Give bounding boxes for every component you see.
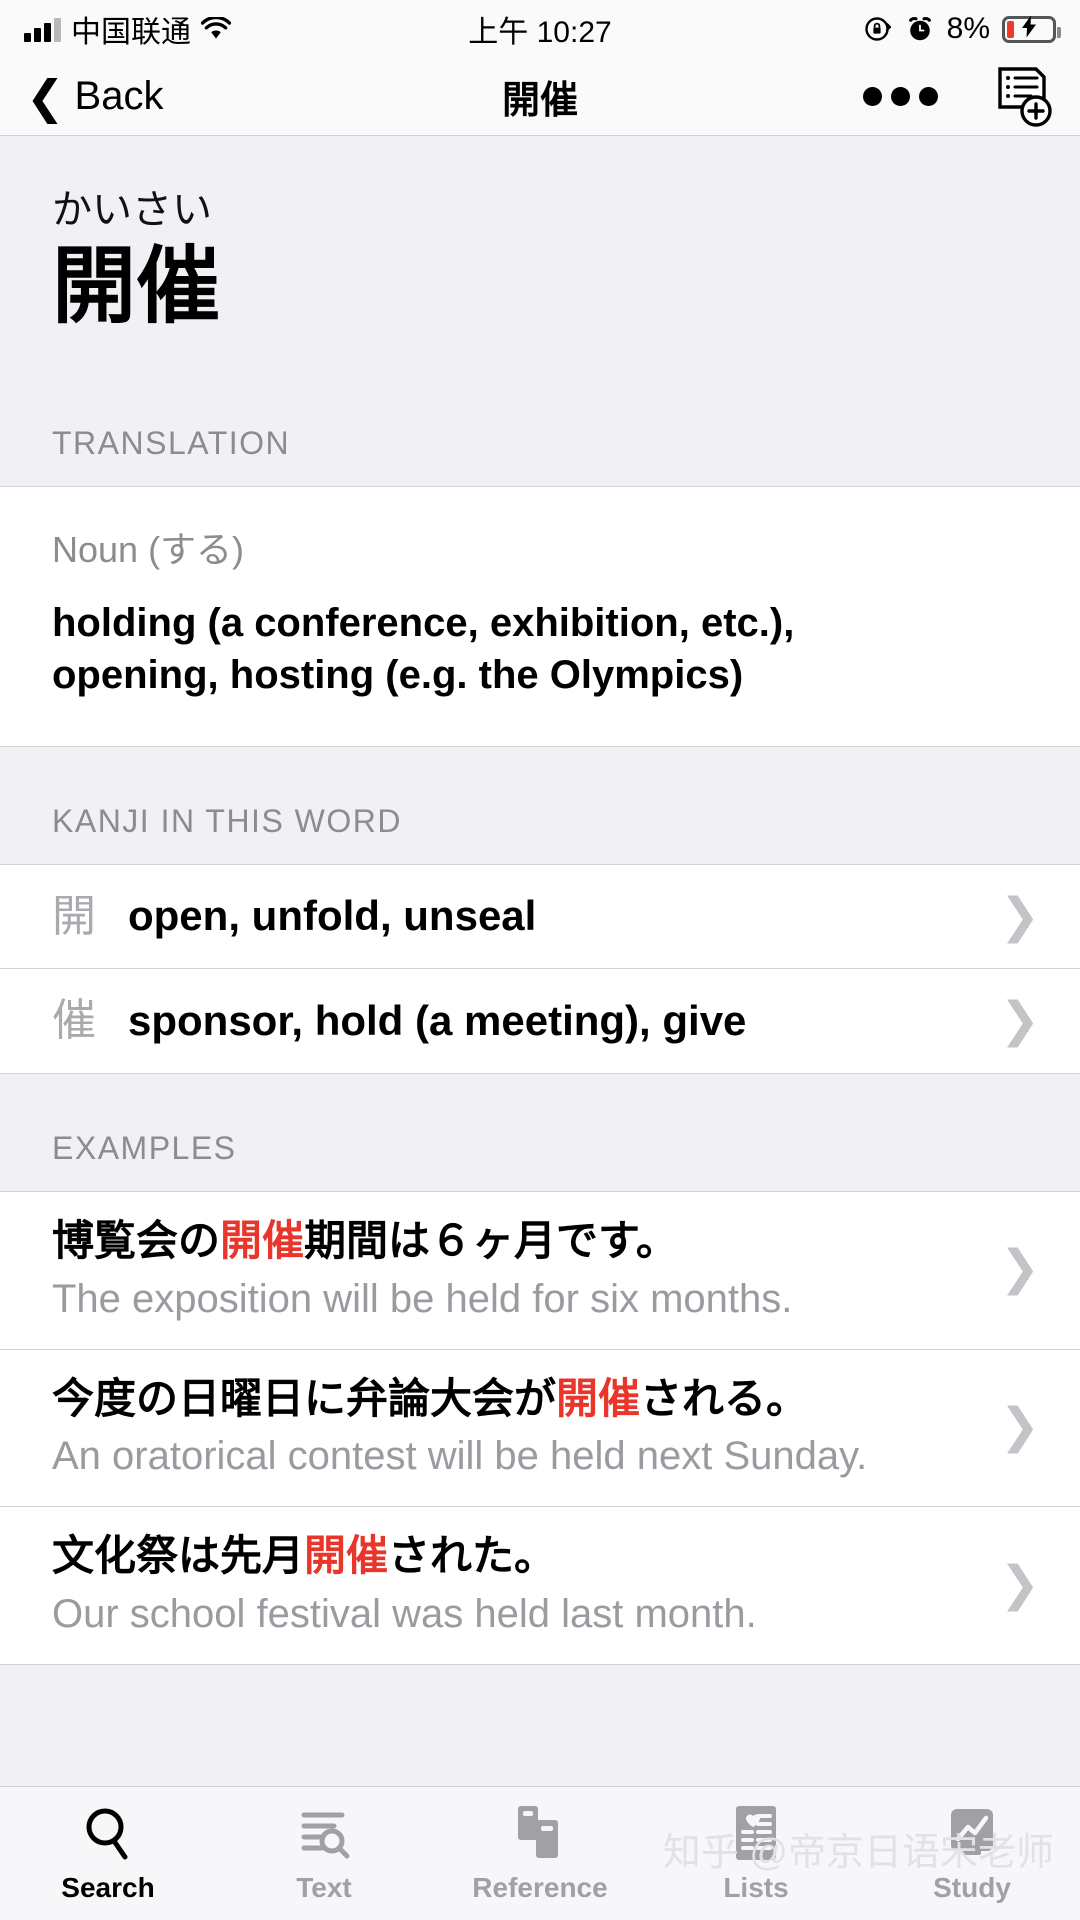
chevron-right-icon: ❯ <box>999 1242 1040 1296</box>
chevron-right-icon: ❯ <box>999 889 1040 943</box>
tab-search-label: Search <box>61 1871 155 1903</box>
example-body: 博覧会の開催期間は６ヶ月です。 The exposition will be h… <box>52 1214 984 1325</box>
example-japanese: 博覧会の開催期間は６ヶ月です。 <box>52 1214 984 1269</box>
signal-bars-icon <box>24 16 61 42</box>
example-jp-highlight: 開催 <box>556 1374 641 1422</box>
tab-lists-label: Lists <box>723 1871 789 1903</box>
section-header-translation: TRANSLATION <box>0 394 1080 486</box>
kanji-row[interactable]: 催 sponsor, hold (a meeting), give ❯ <box>0 969 1080 1074</box>
example-body: 今度の日曜日に弁論大会が開催される。 An oratorical contest… <box>52 1372 984 1483</box>
example-jp-before: 文化祭は先月 <box>52 1532 305 1580</box>
kanji-meaning: open, unfold, unseal <box>128 892 537 940</box>
headword-reading: かいさい <box>52 188 212 232</box>
status-bar: 中国联通 上午 10:27 8% <box>0 0 1080 58</box>
example-jp-before: 今度の日曜日に弁論大会が <box>52 1374 557 1422</box>
kanji-row[interactable]: 開 open, unfold, unseal ❯ <box>0 865 1080 970</box>
example-english: Our school festival was held last month. <box>52 1591 757 1636</box>
chart-card-icon <box>945 1804 999 1862</box>
tab-text[interactable]: Text <box>216 1804 432 1904</box>
add-to-list-icon[interactable] <box>996 66 1054 128</box>
examples-list: 博覧会の開催期間は６ヶ月です。 The exposition will be h… <box>0 1191 1080 1665</box>
back-button[interactable]: ❮ Back <box>26 74 163 120</box>
carrier-label: 中国联通 <box>71 16 191 49</box>
section-header-examples: EXAMPLES <box>0 1074 1080 1192</box>
chevron-right-icon: ❯ <box>999 994 1040 1048</box>
more-dots-icon[interactable] <box>863 87 938 106</box>
battery-percent-label: 8% <box>946 12 990 45</box>
status-bar-right: 8% <box>863 12 1061 46</box>
tab-reference[interactable]: Reference <box>432 1804 648 1904</box>
headword-word: 開催 <box>52 239 221 333</box>
translation-card: Noun (する) holding (a conference, exhibit… <box>0 485 1080 748</box>
tab-bar: Search Text Reference Lists Study <box>0 1786 1080 1920</box>
list-heart-icon <box>730 1804 782 1862</box>
rotation-lock-icon <box>863 14 893 44</box>
definition-line-2: opening, hosting (e.g. the Olympics) <box>52 653 744 698</box>
battery-charging-icon <box>1002 15 1061 43</box>
wifi-icon <box>201 17 231 41</box>
example-jp-after: される。 <box>640 1374 809 1422</box>
headword-block: かいさい 開催 <box>0 136 1080 395</box>
kanji-list: 開 open, unfold, unseal ❯ 催 sponsor, hold… <box>0 864 1080 1075</box>
example-body: 文化祭は先月開催された。 Our school festival was hel… <box>52 1529 984 1640</box>
part-of-speech-label: Noun (する) <box>52 528 245 570</box>
example-row[interactable]: 博覧会の開催期間は６ヶ月です。 The exposition will be h… <box>0 1192 1080 1350</box>
kanji-character: 催 <box>52 996 96 1046</box>
example-japanese: 今度の日曜日に弁論大会が開催される。 <box>52 1372 984 1427</box>
chevron-left-icon: ❮ <box>26 70 65 123</box>
translation-block: Noun (する) holding (a conference, exhibit… <box>0 487 1080 747</box>
tab-search[interactable]: Search <box>0 1804 216 1904</box>
chevron-right-icon: ❯ <box>999 1400 1040 1454</box>
tab-reference-label: Reference <box>472 1871 608 1903</box>
kanji-meaning: sponsor, hold (a meeting), give <box>128 996 747 1044</box>
example-jp-highlight: 開催 <box>220 1217 305 1265</box>
example-japanese: 文化祭は先月開催された。 <box>52 1529 984 1584</box>
example-jp-highlight: 開催 <box>304 1532 389 1580</box>
nav-bar-actions <box>863 66 1054 128</box>
tab-study[interactable]: Study <box>864 1804 1080 1904</box>
definition-text: holding (a conference, exhibition, etc.)… <box>52 597 1028 703</box>
tab-lists[interactable]: Lists <box>648 1804 864 1904</box>
books-icon <box>512 1804 568 1862</box>
magnifier-icon <box>81 1804 135 1862</box>
nav-bar: ❮ Back 開催 <box>0 58 1080 136</box>
clock-label: 上午 10:27 <box>468 16 612 49</box>
section-header-kanji: KANJI IN THIS WORD <box>0 747 1080 865</box>
example-row[interactable]: 文化祭は先月開催された。 Our school festival was hel… <box>0 1507 1080 1665</box>
kanji-character: 開 <box>52 891 96 941</box>
back-button-label: Back <box>74 74 164 118</box>
status-bar-left: 中国联通 <box>24 7 231 51</box>
example-row[interactable]: 今度の日曜日に弁論大会が開催される。 An oratorical contest… <box>0 1349 1080 1508</box>
example-jp-after: された。 <box>388 1532 557 1580</box>
alarm-clock-icon <box>905 14 935 44</box>
dictionary-entry-content[interactable]: かいさい 開催 TRANSLATION Noun (する) holding (a… <box>0 136 1080 1786</box>
definition-line-1: holding (a conference, exhibition, etc.)… <box>52 600 795 645</box>
example-jp-before: 博覧会の <box>52 1217 221 1265</box>
text-lines-search-icon <box>296 1804 352 1862</box>
tab-study-label: Study <box>933 1871 1011 1903</box>
chevron-right-icon: ❯ <box>999 1557 1040 1611</box>
example-jp-after: 期間は６ヶ月です。 <box>304 1217 678 1265</box>
tab-text-label: Text <box>296 1871 352 1903</box>
example-english: The exposition will be held for six mont… <box>52 1276 793 1321</box>
example-english: An oratorical contest will be held next … <box>52 1434 868 1479</box>
